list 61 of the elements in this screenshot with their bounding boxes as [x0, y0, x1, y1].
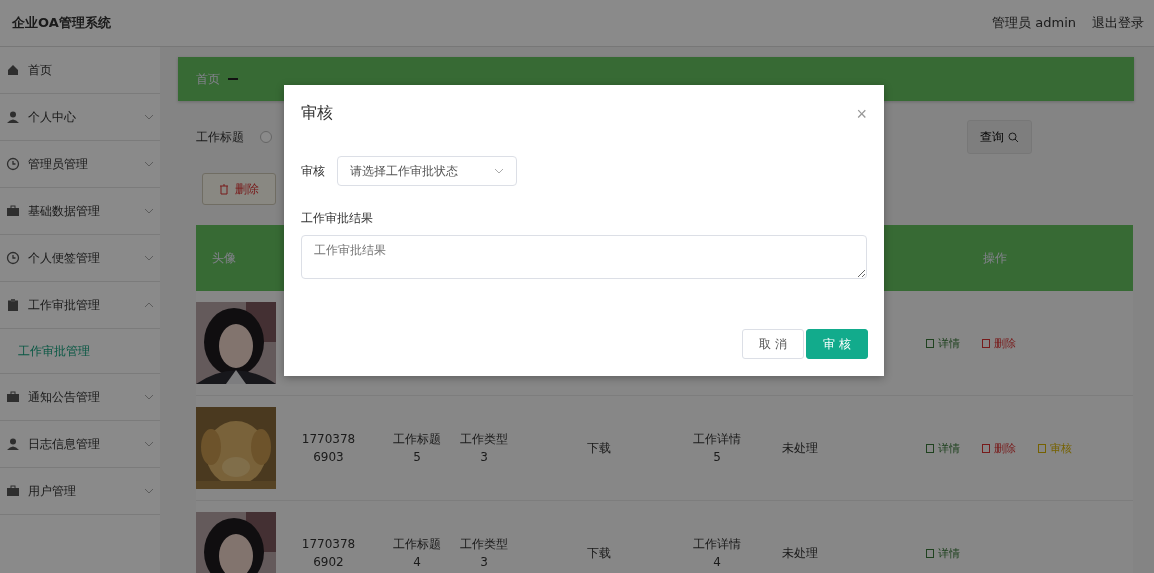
- sidebar-item[interactable]: 个人便签管理: [0, 235, 160, 282]
- sidebar-item[interactable]: 工作审批管理: [0, 282, 160, 329]
- sidebar-item[interactable]: 日志信息管理: [0, 421, 160, 468]
- document-icon: [982, 338, 990, 348]
- column-header: 操作: [983, 249, 1007, 267]
- table-cell-text: 工作类型3: [459, 536, 509, 571]
- radio-icon[interactable]: [260, 131, 272, 143]
- user-name: 管理员 admin: [992, 14, 1076, 32]
- field-label: 工作标题: [196, 128, 244, 146]
- field-label: 审核: [301, 162, 325, 180]
- logout-link[interactable]: 退出登录: [1092, 14, 1144, 32]
- menu-item-icon: [6, 251, 20, 265]
- detail-link[interactable]: 详情: [926, 335, 960, 351]
- document-icon: [926, 548, 934, 558]
- search-icon: [1008, 131, 1019, 143]
- cancel-button[interactable]: 取 消: [742, 329, 805, 359]
- menu-item-icon: [6, 484, 20, 498]
- dialog-title: 审核: [301, 103, 333, 124]
- table-cell-text: 工作详情5: [692, 431, 742, 466]
- field-label: 工作审批结果: [301, 210, 374, 227]
- sidebar-item[interactable]: 个人中心: [0, 94, 160, 141]
- sidebar-item[interactable]: 用户管理: [0, 468, 160, 515]
- menu-item-icon: [6, 298, 20, 312]
- menu-item-icon: [6, 437, 20, 451]
- table-cell-text: 下载: [586, 440, 612, 457]
- document-icon: [1038, 443, 1046, 453]
- delete-link[interactable]: 删除: [982, 440, 1016, 456]
- table-cell-text: 工作标题4: [392, 536, 442, 571]
- sidebar-item[interactable]: 通知公告管理: [0, 374, 160, 421]
- document-icon: [982, 443, 990, 453]
- sidebar-item[interactable]: 首页: [0, 47, 160, 94]
- column-header: 头像: [212, 249, 236, 267]
- delete-button[interactable]: 删除: [202, 173, 276, 205]
- menu-item-icon: [6, 110, 20, 124]
- table-cell-text: 工作标题5: [392, 431, 442, 466]
- table-cell-text: 17703786903: [300, 431, 357, 466]
- document-icon: [926, 443, 934, 453]
- table-cell-text: 下载: [586, 545, 612, 562]
- chevron-icon: [494, 168, 504, 174]
- menu-item-icon: [6, 390, 20, 404]
- app-title: 企业OA管理系统: [12, 14, 112, 32]
- menu-item-icon: [6, 157, 20, 171]
- table-cell-text: 未处理: [781, 545, 819, 562]
- document-icon: [926, 338, 934, 348]
- table-cell-text: 工作详情4: [692, 536, 742, 571]
- sidebar-item[interactable]: 管理员管理: [0, 141, 160, 188]
- close-button[interactable]: ×: [856, 104, 867, 123]
- detail-link[interactable]: 详情: [926, 440, 960, 456]
- sidebar-item[interactable]: 基础数据管理: [0, 188, 160, 235]
- search-button[interactable]: 查询: [967, 120, 1032, 154]
- table-cell-text: 工作类型3: [459, 431, 509, 466]
- confirm-button[interactable]: 审 核: [806, 329, 868, 359]
- menu-item-icon: [6, 204, 20, 218]
- delete-link[interactable]: 删除: [982, 335, 1016, 351]
- status-select[interactable]: 请选择工作审批状态: [337, 156, 517, 186]
- detail-link[interactable]: 详情: [926, 545, 960, 561]
- table-cell-text: 未处理: [781, 440, 819, 457]
- menu-item-icon: [6, 63, 20, 77]
- result-field[interactable]: 工作审批结果: [301, 235, 867, 279]
- trash-icon: [219, 183, 229, 195]
- table-cell-text: 17703786902: [300, 536, 357, 571]
